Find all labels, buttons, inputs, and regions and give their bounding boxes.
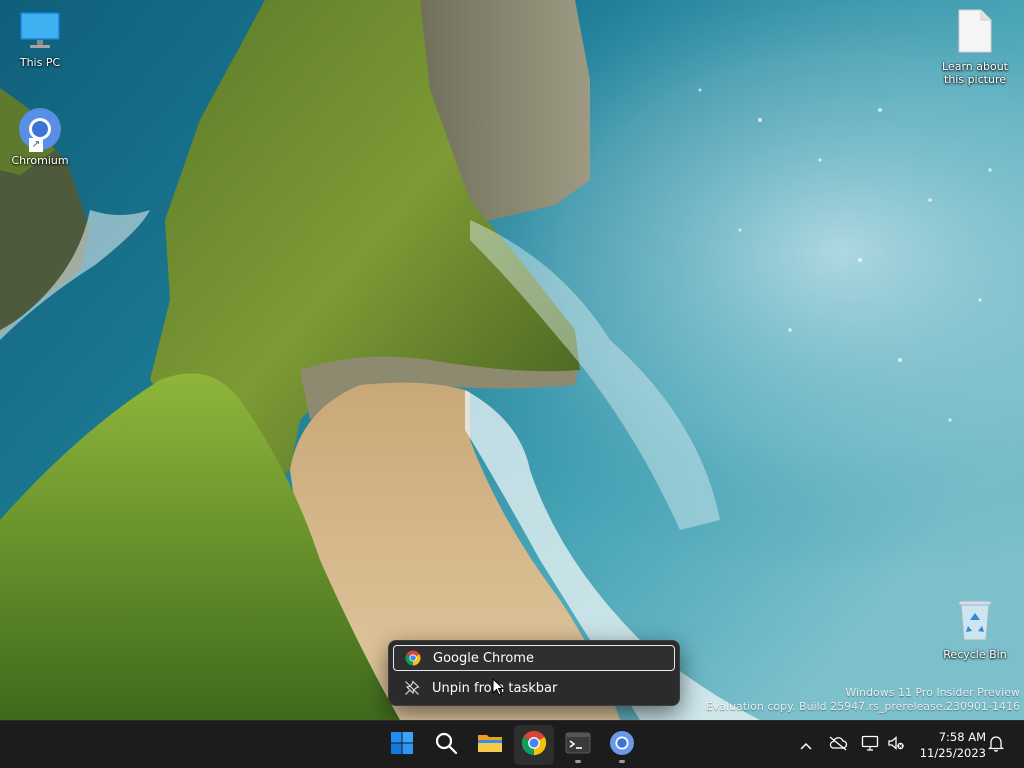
search-button[interactable] xyxy=(426,725,466,765)
windows-logo-icon xyxy=(390,731,414,759)
desktop-icon-this-pc[interactable]: This PC xyxy=(0,10,80,69)
desktop-icon-label: This PC xyxy=(19,56,61,69)
taskbar: 7:58 AM 11/25/2023 xyxy=(0,720,1024,768)
network-tray-button[interactable] xyxy=(860,735,880,755)
desktop-icon-chromium[interactable]: ↗ Chromium xyxy=(0,106,80,167)
notification-center-button[interactable] xyxy=(986,735,1006,755)
watermark-build: Evaluation copy. Build 25947.rs_prerelea… xyxy=(705,700,1020,713)
clock-date: 11/25/2023 xyxy=(919,746,986,760)
chrome-icon xyxy=(404,649,422,667)
desktop-icon-label: Learn about this picture xyxy=(942,60,1008,86)
chromium-icon: ↗ xyxy=(17,106,63,152)
clock-time: 7:58 AM xyxy=(938,730,986,744)
desktop-icon-recycle-bin[interactable]: Recycle Bin xyxy=(935,598,1015,661)
jump-list-item-google-chrome[interactable]: Google Chrome xyxy=(393,645,675,671)
desktop-wallpaper xyxy=(0,0,1024,720)
jump-list-item-label: Google Chrome xyxy=(433,650,534,666)
volume-tray-button[interactable] xyxy=(886,735,906,755)
chrome-icon xyxy=(521,730,547,760)
folder-icon xyxy=(477,732,503,758)
taskbar-app-google-chrome[interactable] xyxy=(514,725,554,765)
onedrive-tray-button[interactable] xyxy=(828,735,848,755)
chevron-up-icon xyxy=(799,736,813,755)
watermark-edition: Windows 11 Pro Insider Preview xyxy=(845,686,1020,699)
taskbar-app-chromium[interactable] xyxy=(602,725,642,765)
taskbar-jump-list: Google Chrome Unpin from taskbar xyxy=(388,640,680,706)
notification-bell-icon xyxy=(987,734,1005,756)
taskbar-clock[interactable]: 7:58 AM 11/25/2023 xyxy=(914,729,986,761)
desktop-icon-label: Recycle Bin xyxy=(943,648,1007,661)
jump-list-item-unpin-from-taskbar[interactable]: Unpin from taskbar xyxy=(393,675,675,701)
recycle-bin-icon xyxy=(935,598,1015,646)
windows-watermark: Windows 11 Pro Insider Preview Evaluatio… xyxy=(706,686,1020,714)
terminal-icon xyxy=(565,732,591,758)
onedrive-offline-icon xyxy=(828,735,848,755)
network-icon xyxy=(861,735,879,755)
document-icon xyxy=(935,8,1015,58)
mouse-cursor-icon xyxy=(492,677,505,700)
show-hidden-icons-button[interactable] xyxy=(796,735,816,755)
running-indicator xyxy=(575,760,581,763)
desktop-icon-learn-about-picture[interactable]: Learn about this picture xyxy=(935,8,1015,86)
running-indicator xyxy=(619,760,625,763)
unpin-icon xyxy=(403,679,421,697)
monitor-icon xyxy=(0,10,80,54)
start-button[interactable] xyxy=(382,725,422,765)
volume-muted-icon xyxy=(887,735,905,755)
search-icon xyxy=(434,731,458,759)
desktop-icon-label: Chromium xyxy=(11,154,69,167)
taskbar-app-file-explorer[interactable] xyxy=(470,725,510,765)
shortcut-arrow-icon: ↗ xyxy=(29,138,43,152)
chromium-icon xyxy=(609,730,635,760)
taskbar-app-terminal[interactable] xyxy=(558,725,598,765)
